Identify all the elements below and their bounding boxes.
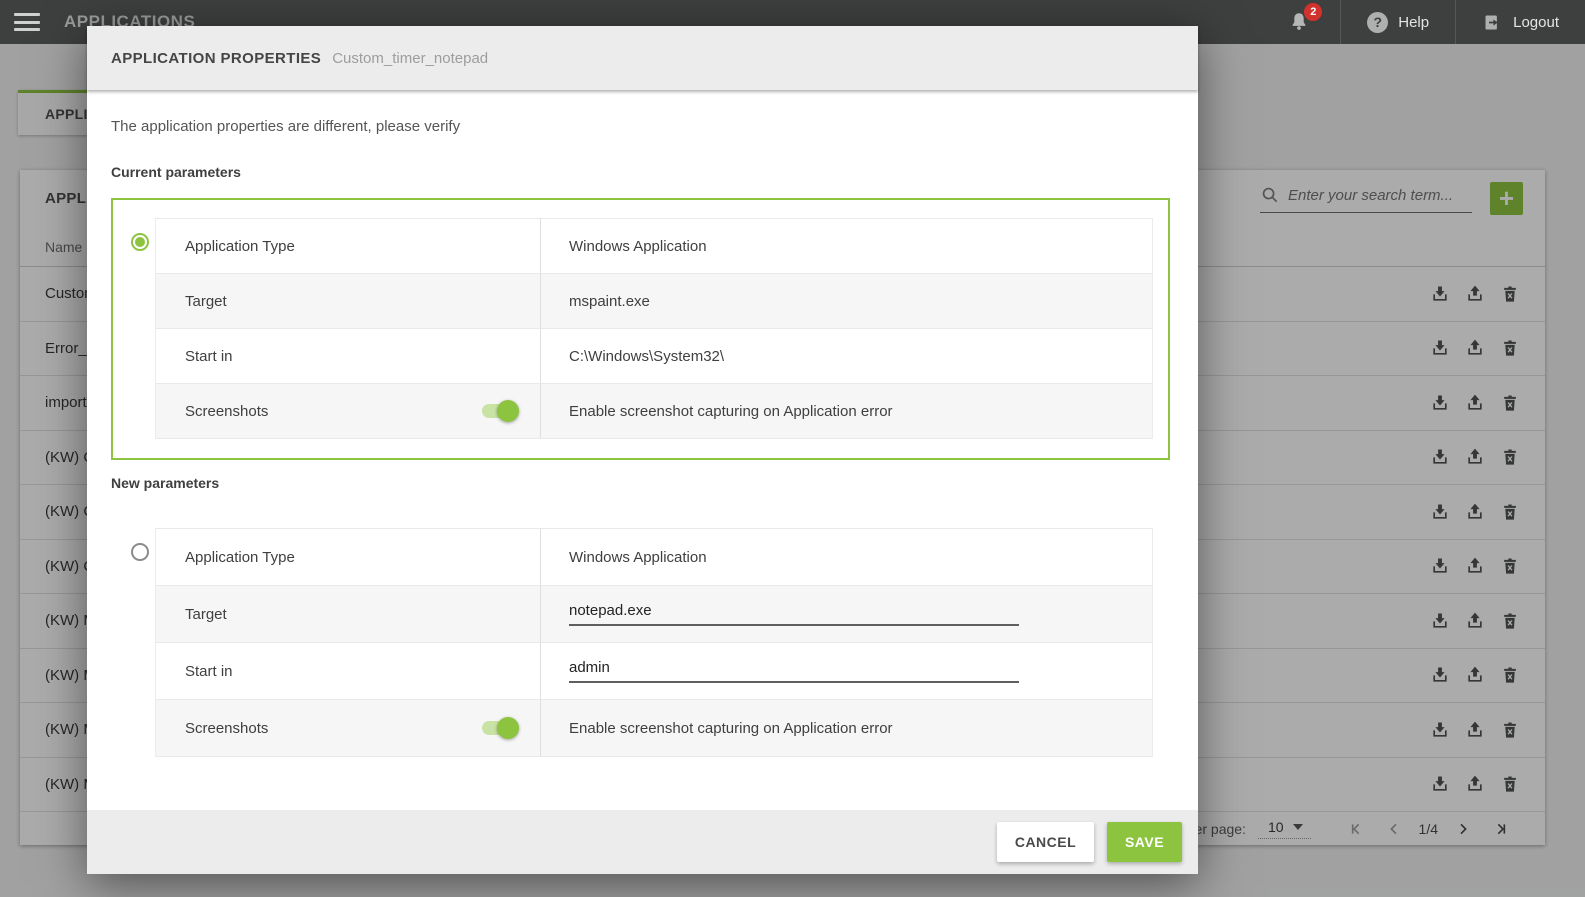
save-button[interactable]: SAVE <box>1107 822 1182 862</box>
param-label: Application Type <box>185 549 295 566</box>
param-label: Application Type <box>185 238 295 255</box>
current-parameters-heading: Current parameters <box>111 164 241 180</box>
param-row: Target mspaint.exe <box>156 274 1152 329</box>
dialog-header: APPLICATION PROPERTIES Custom_timer_note… <box>87 26 1198 90</box>
screen: APPLICATIONS 2 ? Help Logout APPLICATION… <box>0 0 1585 897</box>
param-label: Target <box>185 606 227 623</box>
param-label: Screenshots <box>185 403 268 420</box>
start-in-input[interactable] <box>569 659 1019 683</box>
param-value: Enable screenshot capturing on Applicati… <box>569 403 893 420</box>
logout-label: Logout <box>1513 14 1559 31</box>
target-input[interactable] <box>569 602 1019 626</box>
logout-icon <box>1482 12 1503 33</box>
param-value: mspaint.exe <box>569 293 650 310</box>
param-row: Start in <box>156 643 1152 700</box>
param-value: C:\Windows\System32\ <box>569 348 724 365</box>
param-value: Windows Application <box>569 549 707 566</box>
menu-icon[interactable] <box>14 13 40 31</box>
param-row: Target <box>156 586 1152 643</box>
param-row: Screenshots Enable screenshot capturing … <box>156 384 1152 439</box>
application-properties-dialog: APPLICATION PROPERTIES Custom_timer_note… <box>87 26 1198 874</box>
help-icon: ? <box>1367 12 1388 33</box>
current-parameters-radio[interactable] <box>131 233 149 251</box>
param-value: Windows Application <box>569 238 707 255</box>
dialog-body: The application properties are different… <box>87 90 1198 810</box>
help-label: Help <box>1398 14 1429 31</box>
param-row: Start in C:\Windows\System32\ <box>156 329 1152 384</box>
dialog-footer: CANCEL SAVE <box>87 810 1198 874</box>
param-value: Enable screenshot capturing on Applicati… <box>569 720 893 737</box>
new-parameters-table: Application Type Windows Application Tar… <box>155 528 1153 757</box>
logout-button[interactable]: Logout <box>1456 0 1585 44</box>
top-bar-actions: 2 ? Help Logout <box>1258 0 1585 44</box>
notification-badge: 2 <box>1304 3 1322 21</box>
param-label: Start in <box>185 348 233 365</box>
param-row: Screenshots Enable screenshot capturing … <box>156 700 1152 757</box>
cancel-button[interactable]: CANCEL <box>997 822 1094 862</box>
param-label: Screenshots <box>185 720 268 737</box>
verify-message: The application properties are different… <box>111 118 460 135</box>
new-parameters-heading: New parameters <box>111 475 219 491</box>
dialog-title: APPLICATION PROPERTIES <box>111 50 321 67</box>
param-row: Application Type Windows Application <box>156 219 1152 274</box>
current-parameters-table: Application Type Windows Application Tar… <box>155 218 1153 439</box>
notifications-button[interactable]: 2 <box>1258 0 1340 44</box>
param-label: Start in <box>185 663 233 680</box>
new-parameters-radio[interactable] <box>131 543 149 561</box>
screenshots-toggle[interactable] <box>482 721 516 735</box>
param-row: Application Type Windows Application <box>156 529 1152 586</box>
dialog-subtitle: Custom_timer_notepad <box>332 50 488 67</box>
screenshots-toggle[interactable] <box>482 404 516 418</box>
question-glyph: ? <box>1373 14 1382 30</box>
param-label: Target <box>185 293 227 310</box>
help-button[interactable]: ? Help <box>1341 0 1455 44</box>
current-parameters-group: Application Type Windows Application Tar… <box>111 198 1170 460</box>
